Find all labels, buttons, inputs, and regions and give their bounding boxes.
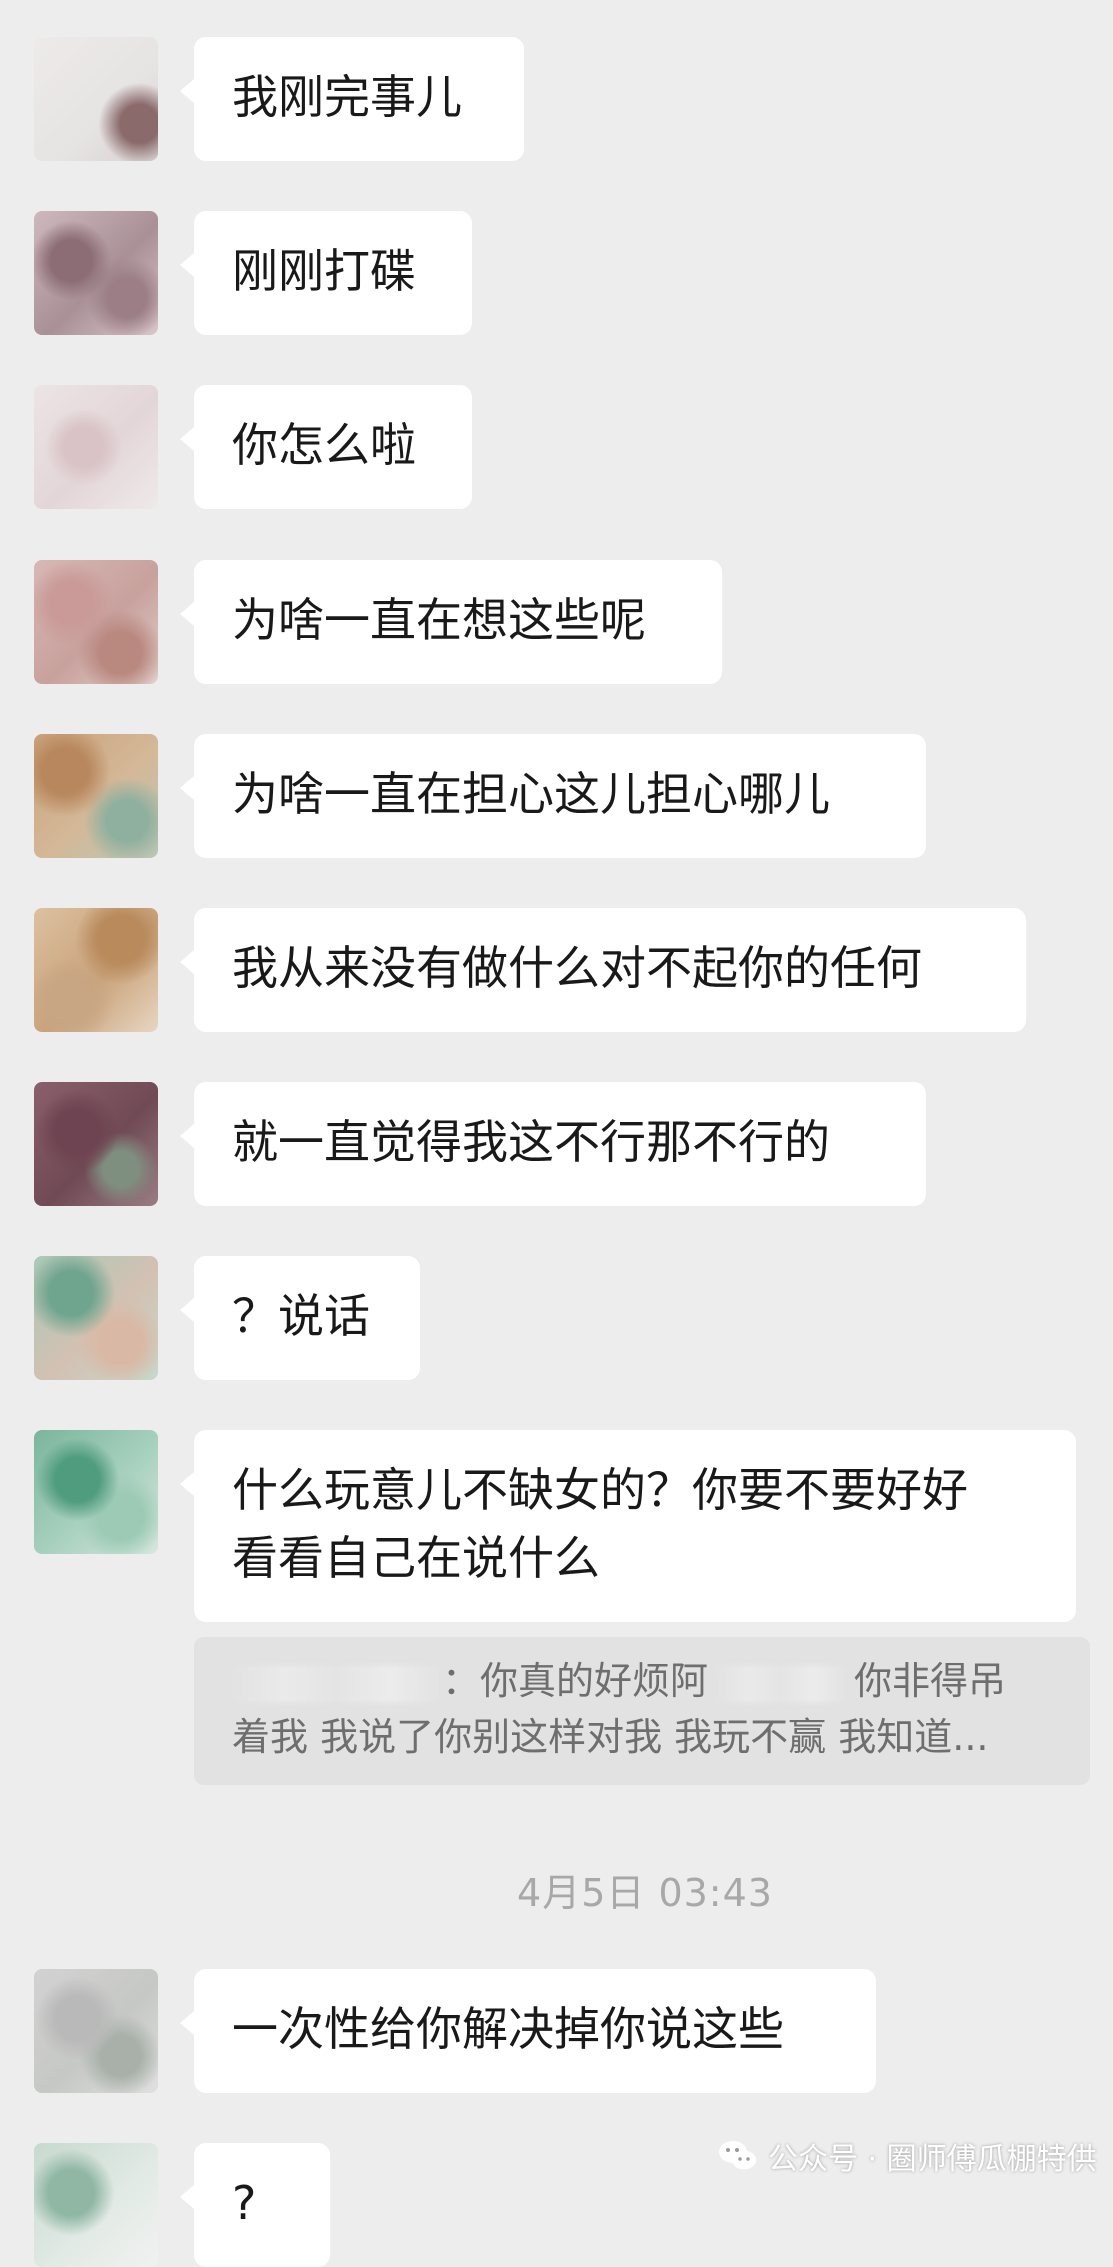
chat-timestamp: 4月5日 03:43: [517, 1871, 773, 1915]
quote-text: 你非得吊: [854, 1659, 1007, 1703]
message-bubble[interactable]: ？说话: [180, 1256, 420, 1380]
avatar[interactable]: [34, 908, 158, 1032]
watermark-text: 公众号 · 圈师傅瓜棚特供: [768, 2142, 1097, 2177]
quote-line-1: ：你真的好烦阿 你非得吊: [232, 1653, 1052, 1709]
redacted-text: [716, 1664, 847, 1703]
avatar[interactable]: [34, 1969, 158, 2093]
avatar[interactable]: [34, 560, 158, 684]
message-bubble[interactable]: 为啥一直在想这些呢: [180, 560, 722, 684]
quoted-message[interactable]: ：你真的好烦阿 你非得吊 着我 我说了你别这样对我 我玩不赢 我知道...: [194, 1637, 1090, 1785]
avatar[interactable]: [34, 211, 158, 335]
chat-window: 我刚完事儿 刚刚打碟 你怎么啦 为啥一直在想这些呢 为啥一直在担心这儿担心哪儿 …: [0, 0, 1113, 2267]
message-bubble[interactable]: ?: [180, 2143, 330, 2267]
avatar[interactable]: [34, 2143, 158, 2267]
wechat-icon: [719, 2141, 756, 2170]
quote-text: ：你真的好烦阿: [442, 1659, 709, 1703]
watermark: 公众号 · 圈师傅瓜棚特供: [718, 2130, 1097, 2182]
avatar[interactable]: [34, 1082, 158, 1206]
message-bubble[interactable]: 为啥一直在担心这儿担心哪儿: [180, 734, 926, 858]
message-bubble[interactable]: 一次性给你解决掉你说这些: [180, 1969, 876, 2093]
avatar[interactable]: [34, 734, 158, 858]
quote-line-2: 着我 我说了你别这样对我 我玩不赢 我知道...: [232, 1715, 989, 1759]
avatar[interactable]: [34, 1256, 158, 1380]
redacted-name: [232, 1664, 442, 1703]
message-bubble[interactable]: 你怎么啦: [180, 385, 472, 509]
message-bubble[interactable]: 就一直觉得我这不行那不行的: [180, 1082, 926, 1206]
message-bubble[interactable]: 刚刚打碟: [180, 211, 472, 335]
message-bubble[interactable]: 我从来没有做什么对不起你的任何: [180, 908, 1026, 1032]
avatar[interactable]: [34, 37, 158, 161]
avatar[interactable]: [34, 385, 158, 509]
message-bubble[interactable]: 我刚完事儿: [180, 37, 524, 161]
message-bubble[interactable]: 什么玩意儿不缺女的？你要不要好好 看看自己在说什么: [180, 1430, 1076, 1622]
avatar[interactable]: [34, 1430, 158, 1554]
